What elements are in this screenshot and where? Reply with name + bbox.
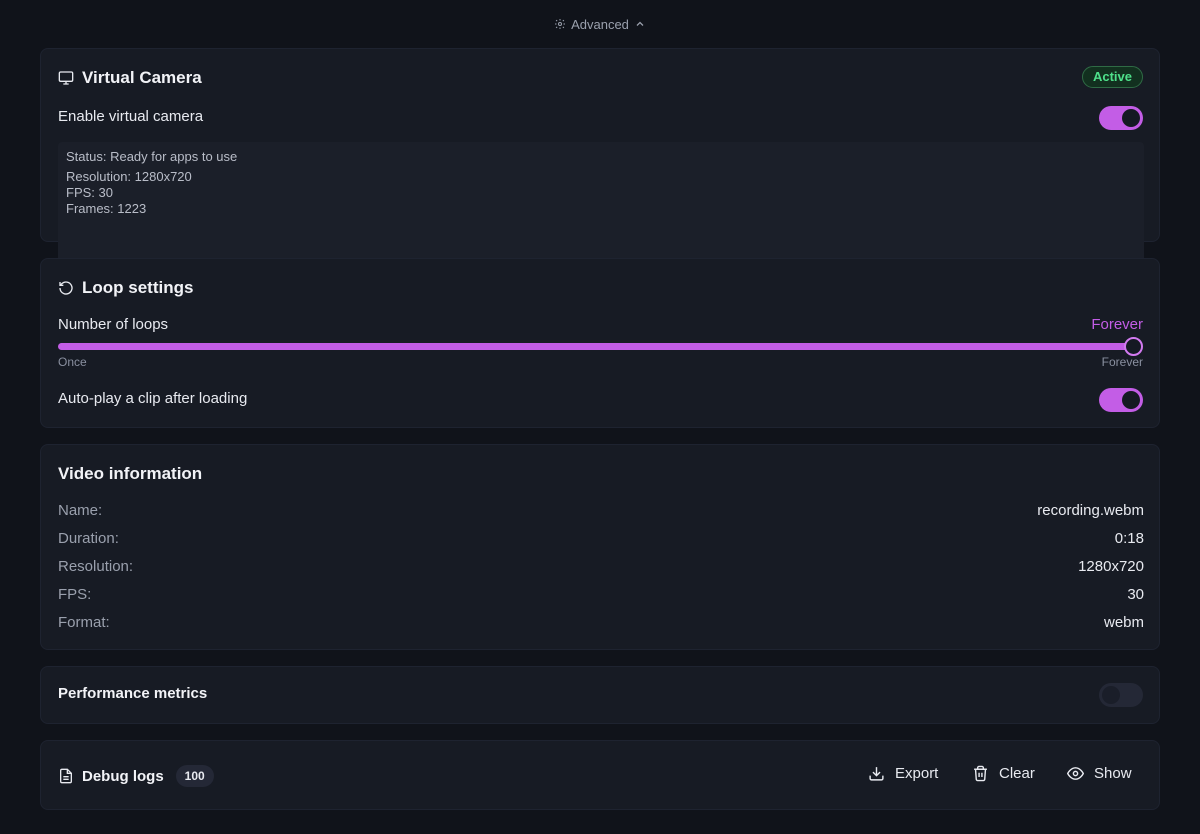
clear-button[interactable]: Clear xyxy=(972,765,1035,782)
info-key: Duration: xyxy=(58,530,119,547)
loop-settings-title: Loop settings xyxy=(58,278,193,298)
virtual-camera-status-box: Status: Ready for apps to use Resolution… xyxy=(58,142,1144,274)
info-key: Name: xyxy=(58,502,103,519)
download-icon xyxy=(869,767,884,781)
gear-icon xyxy=(555,19,566,29)
debug-logs-card: Debug logs 100 Export Clear Show xyxy=(40,740,1160,810)
fps-line: FPS: 30 xyxy=(66,185,113,200)
clear-label: Clear xyxy=(999,765,1035,782)
number-of-loops-label: Number of loops xyxy=(58,316,169,333)
log-count-badge: 100 xyxy=(175,765,214,787)
file-text-icon xyxy=(60,768,72,784)
debug-logs-title[interactable]: Debug logs 100 xyxy=(58,765,214,787)
debug-logs-title-text: Debug logs xyxy=(82,767,164,785)
info-row-format: Format: webm xyxy=(58,614,1144,631)
advanced-toggle[interactable]: Advanced xyxy=(0,14,1200,34)
virtual-camera-title: Virtual Camera xyxy=(58,68,202,88)
number-of-loops-value: Forever xyxy=(1091,316,1143,333)
toggle-knob xyxy=(1122,109,1140,127)
info-row-resolution: Resolution: 1280x720 xyxy=(58,558,1144,575)
enable-virtual-camera-label: Enable virtual camera xyxy=(58,108,204,125)
loops-slider-thumb[interactable] xyxy=(1124,337,1143,356)
toggle-knob xyxy=(1122,391,1140,409)
resolution-line: Resolution: 1280x720 xyxy=(66,169,192,184)
info-row-duration: Duration: 0:18 xyxy=(58,530,1144,547)
advanced-label: Advanced xyxy=(571,16,629,32)
info-key: Format: xyxy=(58,614,110,631)
status-badge: Active xyxy=(1081,66,1143,88)
info-row-name: Name: recording.webm xyxy=(58,502,1144,519)
rotate-ccw-icon xyxy=(59,281,73,295)
info-value: 30 xyxy=(1127,586,1144,603)
virtual-camera-card: Virtual Camera Active Enable virtual cam… xyxy=(40,48,1160,274)
slider-min-label: Once xyxy=(58,355,87,369)
info-row-fps: FPS: 30 xyxy=(58,586,1144,603)
show-button[interactable]: Show xyxy=(1067,765,1132,782)
info-value: 0:18 xyxy=(1114,530,1144,547)
performance-metrics-toggle[interactable] xyxy=(1099,683,1143,707)
performance-metrics-card: Performance metrics xyxy=(40,666,1160,724)
loop-settings-title-text: Loop settings xyxy=(82,278,194,297)
slider-max-label: Forever xyxy=(1101,355,1143,369)
loops-slider-track[interactable] xyxy=(58,343,1134,350)
toggle-knob xyxy=(1102,686,1120,704)
export-button[interactable]: Export xyxy=(868,765,938,782)
enable-virtual-camera-toggle[interactable] xyxy=(1099,106,1143,130)
performance-metrics-title-text: Performance metrics xyxy=(58,685,208,702)
status-line: Status: Ready for apps to use xyxy=(66,149,238,164)
loop-settings-card: Loop settings Number of loops Forever On… xyxy=(40,258,1160,428)
info-key: Resolution: xyxy=(58,558,134,575)
info-value: 1280x720 xyxy=(1078,558,1144,575)
virtual-camera-title-text: Virtual Camera xyxy=(82,68,202,87)
trash-icon xyxy=(974,765,987,782)
autoplay-toggle[interactable] xyxy=(1099,388,1143,412)
eye-icon xyxy=(1067,767,1084,780)
video-info-title-text: Video information xyxy=(58,464,203,483)
info-value: recording.webm xyxy=(1037,502,1144,519)
frames-line: Frames: 1223 xyxy=(66,201,147,216)
show-label: Show xyxy=(1094,765,1132,782)
video-info-card: Video information Name: recording.webm D… xyxy=(40,444,1160,650)
chevron-up-icon xyxy=(636,21,644,26)
export-label: Export xyxy=(895,765,939,782)
info-value: webm xyxy=(1103,614,1144,631)
info-key: FPS: xyxy=(58,586,92,603)
monitor-icon xyxy=(58,71,74,85)
autoplay-label: Auto-play a clip after loading xyxy=(58,390,248,407)
video-info-title: Video information xyxy=(58,464,202,484)
performance-metrics-title: Performance metrics xyxy=(58,685,207,702)
